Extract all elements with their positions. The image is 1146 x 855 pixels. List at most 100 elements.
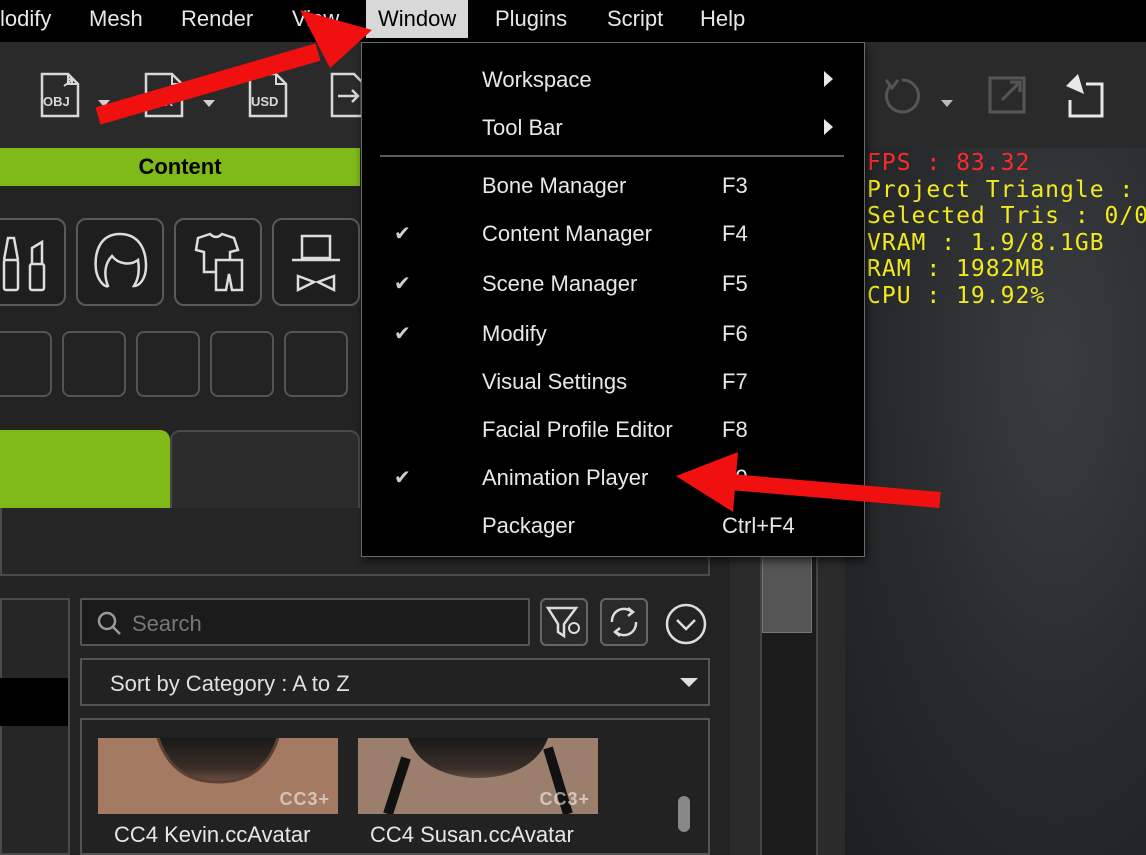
hud-fps: FPS : 83.32 — [867, 150, 1031, 176]
menu-item-animation-player[interactable]: ✔ Animation Player F9 — [362, 455, 864, 499]
menu-item-tool-bar[interactable]: Tool Bar — [362, 105, 864, 149]
pop-out-icon[interactable] — [1062, 72, 1106, 118]
submenu-arrow-icon — [824, 71, 833, 87]
refresh-icon — [610, 607, 638, 637]
menu-item-label: Facial Profile Editor — [482, 417, 673, 442]
menu-window[interactable]: Window — [366, 0, 469, 38]
export-usd-text: USD — [251, 94, 278, 109]
hat-bowtie-icon — [292, 234, 340, 293]
export-fbx-icon[interactable]: FBX — [142, 72, 186, 118]
search-input[interactable]: Search — [80, 598, 530, 646]
menu-item-workspace[interactable]: Workspace — [362, 57, 864, 101]
rotate-dropdown-caret[interactable] — [941, 100, 953, 107]
category-hair[interactable] — [76, 218, 164, 306]
hud-ram: RAM : 1982MB — [867, 256, 1046, 282]
submenu-arrow-icon — [824, 119, 833, 135]
menu-item-shortcut: F7 — [722, 369, 748, 394]
content-tab-inactive[interactable] — [170, 430, 360, 508]
menu-item-facial-profile-editor[interactable]: Facial Profile Editor F8 — [362, 407, 864, 451]
menu-script[interactable]: Script — [607, 0, 663, 38]
menu-modify[interactable]: lodify — [0, 0, 51, 38]
sub-category-1[interactable] — [0, 331, 52, 397]
side-scrollbar-thumb[interactable] — [762, 555, 812, 633]
hud-cpu: CPU : 19.92% — [867, 283, 1046, 309]
folder-tree-selected-row[interactable] — [0, 678, 68, 726]
category-accessories[interactable] — [272, 218, 360, 306]
hud-project-triangle: Project Triangle : 879 — [867, 177, 1146, 203]
search-placeholder: Search — [132, 611, 202, 636]
menu-item-label: Scene Manager — [482, 271, 638, 296]
menu-view[interactable]: View — [292, 0, 339, 38]
export-fbx-text: FBX — [147, 94, 173, 109]
menu-item-shortcut: F6 — [722, 321, 748, 346]
hud-vram: VRAM : 1.9/8.1GB — [867, 230, 1105, 256]
filter-settings-icon — [545, 606, 580, 639]
fit-icon[interactable] — [986, 72, 1030, 118]
menu-mesh[interactable]: Mesh — [89, 0, 143, 38]
check-icon: ✔ — [394, 323, 411, 345]
expand-circle-icon[interactable] — [664, 602, 708, 646]
menu-render[interactable]: Render — [181, 0, 253, 38]
thumbnail-kevin[interactable]: CC3+ — [98, 738, 338, 814]
menu-item-bone-manager[interactable]: Bone Manager F3 — [362, 163, 864, 207]
menu-item-label: Visual Settings — [482, 369, 628, 394]
hud-selected-tris: Selected Tris : 0/0 — [867, 203, 1146, 229]
export-obj-text: OBJ — [43, 94, 70, 109]
chevron-down-icon — [680, 678, 698, 687]
clothing-icon — [194, 232, 244, 292]
menu-item-scene-manager[interactable]: ✔ Scene Manager F5 — [362, 261, 864, 305]
sub-category-5[interactable] — [284, 331, 348, 397]
sub-category-4[interactable] — [210, 331, 274, 397]
menu-item-shortcut: Ctrl+F4 — [722, 513, 795, 538]
content-panel-header: Content — [0, 148, 360, 186]
search-icon — [97, 611, 121, 635]
cc3-badge: CC3+ — [539, 789, 590, 809]
fbx-dropdown-caret[interactable] — [203, 100, 215, 107]
menu-item-shortcut: F5 — [722, 271, 748, 296]
export-usd-icon[interactable]: USD — [246, 72, 290, 118]
cc3-badge: CC3+ — [279, 789, 330, 809]
thumbnail-scrollbar[interactable] — [678, 796, 690, 832]
filter-settings-button[interactable] — [540, 598, 588, 646]
thumbnail-susan[interactable]: CC3+ — [358, 738, 598, 814]
menu-item-visual-settings[interactable]: Visual Settings F7 — [362, 359, 864, 403]
menu-item-label: Tool Bar — [482, 115, 563, 140]
menu-item-label: Bone Manager — [482, 173, 627, 198]
window-menu-dropdown: Workspace Tool Bar Bone Manager F3 ✔ Con… — [361, 42, 865, 557]
menu-item-shortcut: F4 — [722, 221, 748, 246]
obj-dropdown-caret[interactable] — [98, 100, 110, 107]
check-icon: ✔ — [394, 223, 411, 245]
rotate-icon[interactable] — [880, 72, 924, 118]
sort-dropdown[interactable]: Sort by Category : A to Z — [80, 658, 710, 706]
menu-item-label: Packager — [482, 513, 575, 538]
thumbnail-label: CC4 Kevin.ccAvatar — [114, 822, 311, 847]
sub-category-2[interactable] — [62, 331, 126, 397]
sub-category-3[interactable] — [136, 331, 200, 397]
menu-item-shortcut: F3 — [722, 173, 748, 198]
menu-help[interactable]: Help — [700, 0, 745, 38]
menu-plugins[interactable]: Plugins — [495, 0, 567, 38]
menu-item-packager[interactable]: Packager Ctrl+F4 — [362, 503, 864, 547]
menu-item-label: Workspace — [482, 67, 592, 92]
menu-separator — [380, 155, 844, 157]
hair-icon — [94, 232, 148, 288]
folder-tree-panel — [0, 598, 70, 855]
category-clothing[interactable] — [174, 218, 262, 306]
content-tab-active[interactable] — [0, 430, 170, 508]
menu-item-label: Content Manager — [482, 221, 652, 246]
menu-item-shortcut: F9 — [722, 465, 748, 490]
check-icon: ✔ — [394, 467, 411, 489]
menu-item-label: Modify — [482, 321, 547, 346]
refresh-button[interactable] — [600, 598, 648, 646]
menu-item-content-manager[interactable]: ✔ Content Manager F4 — [362, 211, 864, 255]
menu-item-label: Animation Player — [482, 465, 649, 490]
menu-item-shortcut: F8 — [722, 417, 748, 442]
check-icon: ✔ — [394, 273, 411, 295]
menu-item-modify[interactable]: ✔ Modify F6 — [362, 311, 864, 355]
export-obj-icon[interactable]: OBJ — [38, 72, 82, 118]
thumbnail-label: CC4 Susan.ccAvatar — [370, 822, 574, 847]
makeup-icon — [2, 236, 46, 292]
sort-dropdown-label: Sort by Category : A to Z — [110, 671, 350, 696]
menu-bar: lodify Mesh Render View Window Plugins S… — [0, 0, 1146, 42]
category-makeup[interactable] — [0, 218, 66, 306]
